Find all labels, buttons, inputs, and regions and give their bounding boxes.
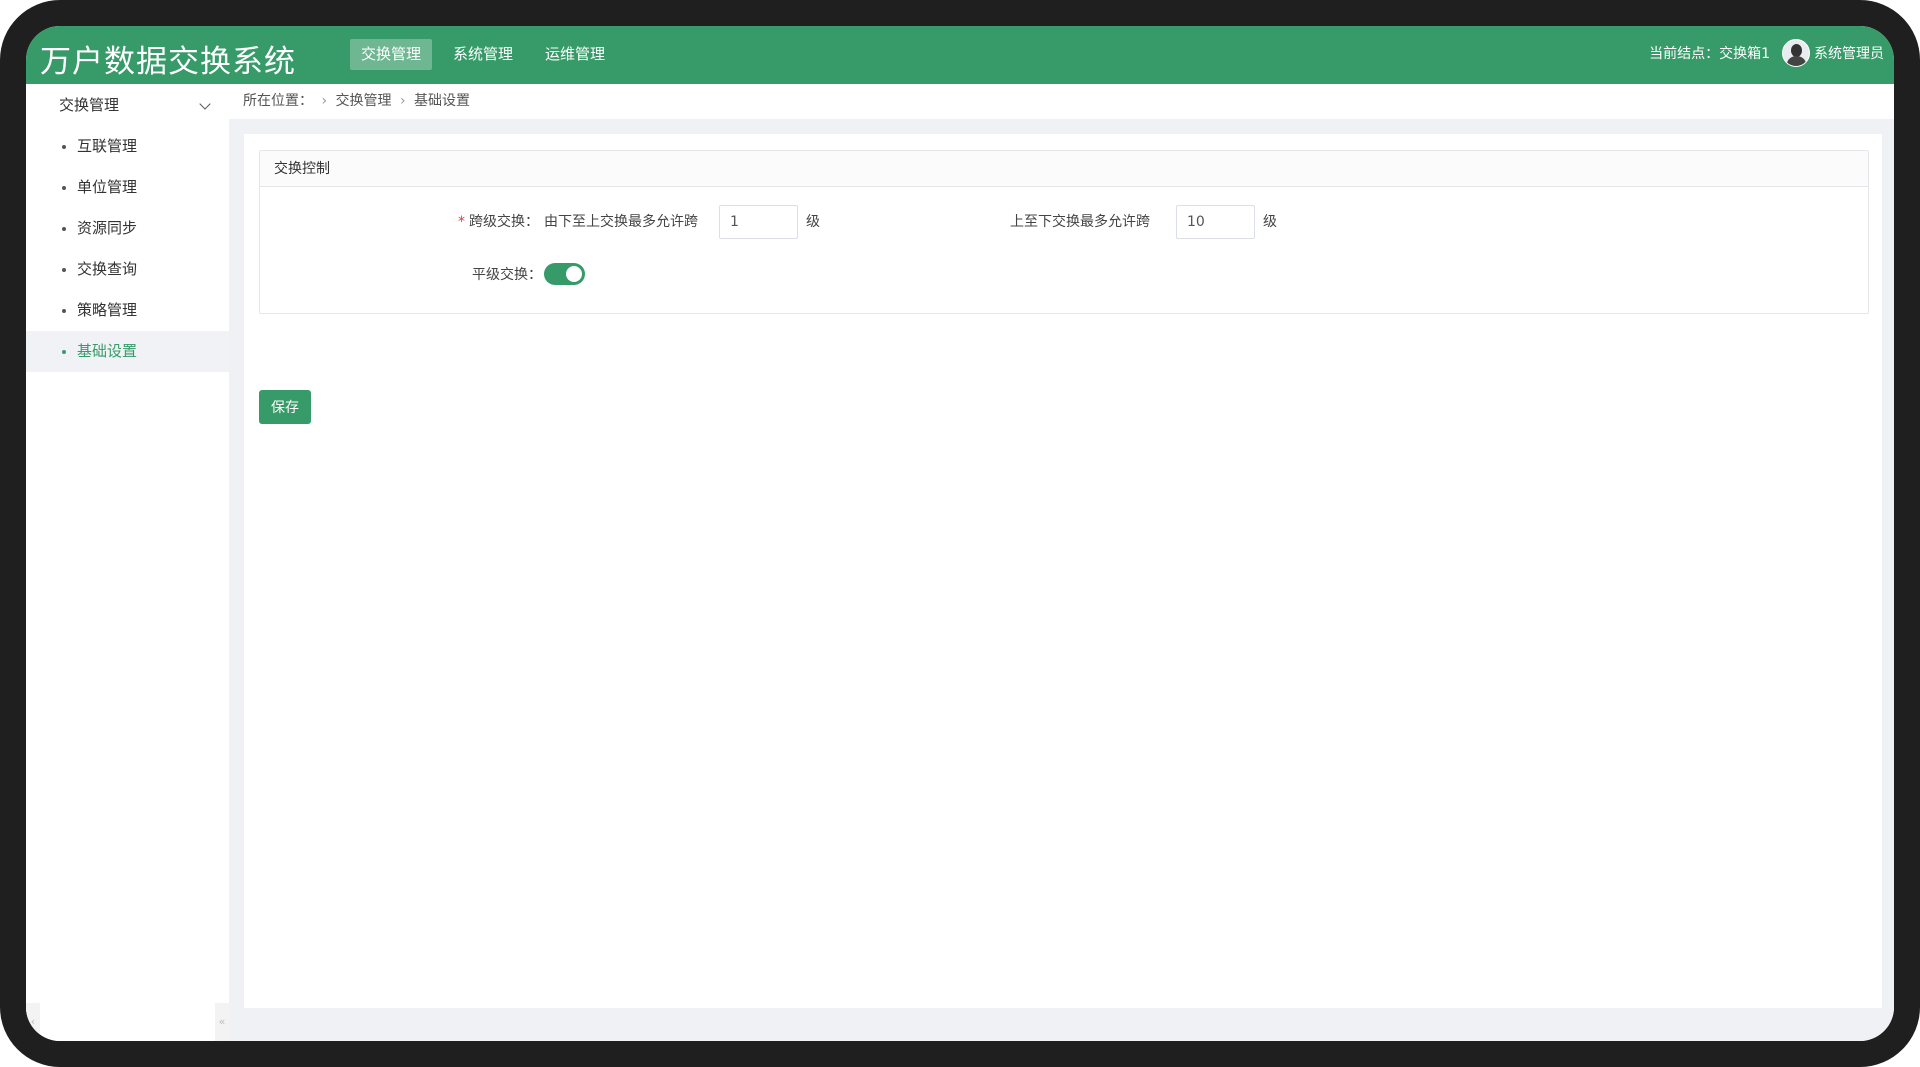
collapse-sidebar-icon[interactable]: « — [215, 1003, 229, 1041]
toggle-knob — [566, 266, 582, 282]
sidebar-item-label: 资源同步 — [77, 219, 138, 237]
breadcrumb: 所在位置： › 交换管理 › 基础设置 — [229, 84, 1894, 119]
sidebar-item-label: 互联管理 — [77, 137, 138, 155]
save-button[interactable]: 保存 — [259, 390, 311, 424]
bullet-icon — [62, 145, 66, 149]
user-name: 系统管理员 — [1814, 46, 1884, 62]
chevron-right-icon: › — [321, 93, 328, 109]
up-level-input[interactable]: 1 — [719, 205, 798, 239]
same-level-toggle[interactable] — [544, 263, 585, 285]
sidebar-item-units[interactable]: 单位管理 — [26, 167, 229, 208]
section-title: 交换控制 — [260, 151, 1868, 187]
cross-level-label: * 跨级交换： — [458, 211, 539, 231]
bullet-icon — [62, 309, 66, 313]
top-nav-system[interactable]: 系统管理 — [442, 39, 524, 70]
header-right: 当前结点：交换箱1 系统管理员 — [1649, 39, 1884, 67]
app-screen: 万户数据交换系统 交换管理 系统管理 运维管理 当前结点：交换箱1 系统管理员 … — [26, 26, 1894, 1041]
sidebar-item-label: 策略管理 — [77, 301, 138, 319]
avatar-icon — [1782, 39, 1810, 67]
bullet-icon — [62, 186, 66, 190]
top-header: 万户数据交换系统 交换管理 系统管理 运维管理 当前结点：交换箱1 系统管理员 — [26, 26, 1894, 84]
current-node-label: 当前结点：交换箱1 — [1649, 46, 1770, 62]
top-nav: 交换管理 系统管理 运维管理 — [350, 39, 616, 70]
sidebar-item-label: 交换查询 — [77, 260, 138, 278]
chevron-right-icon: › — [399, 93, 406, 109]
sidebar: 交换管理 互联管理 单位管理 资源同步 交换查询 策略管理 基础设置 ‹ « — [26, 84, 229, 1041]
sidebar-item-exchange-query[interactable]: 交换查询 — [26, 249, 229, 290]
breadcrumb-item[interactable]: 交换管理 — [336, 93, 392, 109]
top-nav-ops[interactable]: 运维管理 — [534, 39, 616, 70]
up-unit: 级 — [806, 214, 820, 230]
sidebar-collapse-bar: ‹ « — [26, 1003, 229, 1041]
cross-level-label-text: 跨级交换： — [469, 214, 539, 230]
bullet-icon — [62, 227, 66, 231]
sidebar-group-exchange[interactable]: 交换管理 — [26, 84, 229, 126]
top-nav-exchange[interactable]: 交换管理 — [350, 39, 433, 70]
device-frame: 万户数据交换系统 交换管理 系统管理 运维管理 当前结点：交换箱1 系统管理员 … — [0, 0, 1920, 1067]
down-level-input[interactable]: 10 — [1176, 205, 1255, 239]
sidebar-item-interconnect[interactable]: 互联管理 — [26, 126, 229, 167]
sidebar-item-resource-sync[interactable]: 资源同步 — [26, 208, 229, 249]
sidebar-item-label: 基础设置 — [77, 342, 138, 360]
settings-panel: 交换控制 * 跨级交换： 由下至上交换最多允许跨 1 级 上至下交换最多允许跨 1… — [244, 134, 1882, 1008]
bullet-icon — [62, 268, 66, 272]
sidebar-item-basic-settings[interactable]: 基础设置 — [26, 331, 229, 372]
breadcrumb-prefix: 所在位置： — [243, 93, 313, 109]
exchange-control-fieldset: 交换控制 * 跨级交换： 由下至上交换最多允许跨 1 级 上至下交换最多允许跨 1… — [259, 150, 1869, 314]
bullet-icon — [62, 350, 66, 354]
same-level-label: 平级交换： — [472, 267, 542, 283]
sidebar-item-label: 单位管理 — [77, 178, 138, 196]
app-title: 万户数据交换系统 — [40, 44, 296, 80]
chevron-left-icon[interactable]: ‹ — [26, 1003, 40, 1041]
user-menu[interactable]: 系统管理员 — [1782, 39, 1884, 67]
sidebar-group-label: 交换管理 — [59, 96, 120, 114]
breadcrumb-item: 基础设置 — [414, 93, 471, 109]
sidebar-item-policy[interactable]: 策略管理 — [26, 290, 229, 331]
required-mark: * — [458, 214, 465, 230]
down-unit: 级 — [1263, 214, 1277, 230]
down-label: 上至下交换最多允许跨 — [1010, 214, 1150, 230]
up-label: 由下至上交换最多允许跨 — [544, 214, 698, 230]
chevron-down-icon — [199, 98, 211, 110]
